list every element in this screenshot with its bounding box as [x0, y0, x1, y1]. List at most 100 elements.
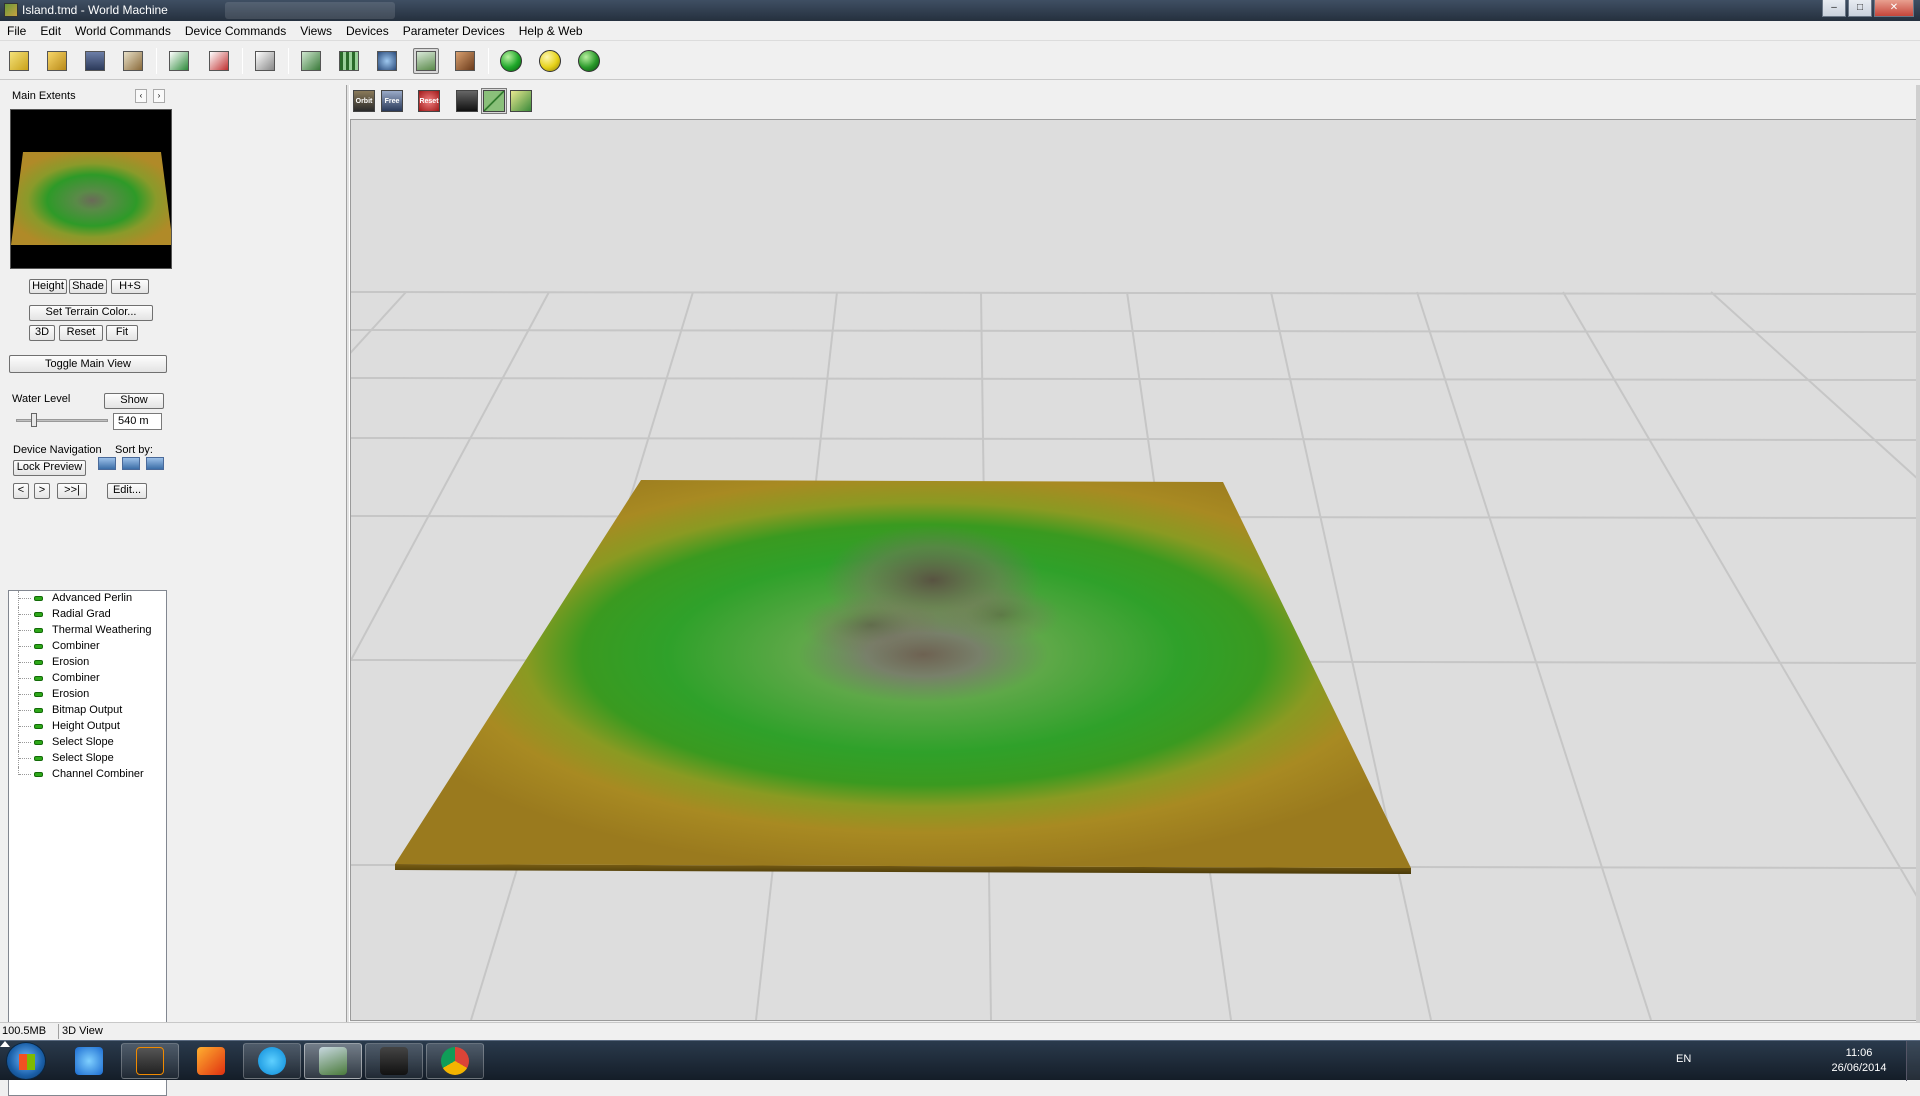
world-machine-icon[interactable] [304, 1043, 362, 1079]
camera-icon[interactable] [454, 88, 480, 114]
device-status-icon [34, 692, 43, 697]
green-globe-icon[interactable] [498, 48, 524, 74]
new-world-icon[interactable] [6, 48, 32, 74]
preview-next-button[interactable]: › [153, 89, 165, 103]
background-window-tab [225, 2, 395, 19]
world-settings-icon[interactable] [452, 48, 478, 74]
menu-device-commands[interactable]: Device Commands [178, 21, 293, 40]
preview-header: Main Extents ‹ › [7, 89, 169, 104]
save-icon[interactable] [82, 48, 108, 74]
list-item[interactable]: Channel Combiner [9, 767, 164, 783]
nav-forward-button[interactable]: > [34, 483, 50, 499]
menu-help-web[interactable]: Help & Web [512, 21, 590, 40]
stop-build-icon[interactable] [206, 48, 232, 74]
preview-title: Main Extents [12, 90, 76, 102]
device-status-icon [34, 708, 43, 713]
sketchbook-icon[interactable] [182, 1043, 240, 1079]
open-icon[interactable] [44, 48, 70, 74]
water-level-slider-thumb[interactable] [31, 413, 37, 427]
menu-edit[interactable]: Edit [33, 21, 68, 40]
toggle-main-view-button[interactable]: Toggle Main View [9, 355, 167, 373]
grid-toggle-icon[interactable] [481, 88, 507, 114]
sort-type-icon[interactable] [122, 457, 140, 470]
world-machine-app-icon [4, 3, 18, 17]
nav-last-button[interactable]: >>| [57, 483, 87, 499]
build-icon[interactable] [166, 48, 192, 74]
lock-preview-button[interactable]: Lock Preview [13, 460, 86, 476]
height-shade-view-button[interactable]: H+S [111, 279, 149, 294]
chrome-icon[interactable] [426, 1043, 484, 1079]
device-view-icon[interactable] [298, 48, 324, 74]
list-item[interactable]: Select Slope [9, 735, 164, 751]
menu-views[interactable]: Views [293, 21, 339, 40]
water-level-input[interactable]: 540 m [113, 413, 162, 430]
menu-bar: File Edit World Commands Device Commands… [0, 21, 1920, 41]
random-seed-icon[interactable] [252, 48, 278, 74]
list-item[interactable]: Combiner [9, 639, 164, 655]
title-bar: Island.tmd - World Machine – □ ✕ [0, 0, 1920, 21]
skype-icon[interactable] [243, 1043, 301, 1079]
reset-camera-icon[interactable]: Reset [416, 88, 442, 114]
preview-prev-button[interactable]: ‹ [135, 89, 147, 103]
layout-view-icon[interactable] [336, 48, 362, 74]
3d-viewport[interactable] [350, 119, 1920, 1021]
explorer-icon[interactable] [374, 48, 400, 74]
list-item[interactable]: Bitmap Output [9, 703, 164, 719]
device-status-icon [34, 772, 43, 777]
unity-icon[interactable] [365, 1043, 423, 1079]
menu-devices[interactable]: Devices [339, 21, 396, 40]
view-mode-status: 3D View [62, 1025, 103, 1037]
list-item[interactable]: Erosion [9, 655, 164, 671]
taskbar: EN 11:06 26/06/2014 [0, 1040, 1920, 1081]
list-item[interactable]: Combiner [9, 671, 164, 687]
water-level-slider[interactable] [16, 419, 108, 422]
menu-file[interactable]: File [0, 21, 33, 40]
show-desktop-button[interactable] [1906, 1041, 1920, 1081]
set-terrain-color-button[interactable]: Set Terrain Color... [29, 305, 153, 321]
memory-status: 100.5MB [2, 1025, 47, 1037]
list-item[interactable]: Select Slope [9, 751, 164, 767]
device-status-icon [34, 756, 43, 761]
terrain-3d-render [351, 120, 1919, 1020]
start-button[interactable] [6, 1042, 46, 1080]
shade-view-button[interactable]: Shade [69, 279, 107, 294]
network-globe-icon[interactable] [576, 48, 602, 74]
list-item[interactable]: Height Output [9, 719, 164, 735]
help-icon[interactable] [508, 88, 534, 114]
show-hidden-icons-icon[interactable] [0, 1041, 10, 1047]
close-button[interactable]: ✕ [1874, 0, 1914, 17]
window-title: Island.tmd - World Machine [22, 3, 168, 17]
edit-device-button[interactable]: Edit... [107, 483, 147, 499]
show-water-button[interactable]: Show [104, 393, 164, 409]
sort-list-icon[interactable] [98, 457, 116, 470]
internet-explorer-icon[interactable] [60, 1043, 118, 1079]
sublime-text-icon[interactable] [121, 1043, 179, 1079]
yellow-globe-icon[interactable] [537, 48, 563, 74]
orbit-icon[interactable]: Orbit [351, 88, 377, 114]
3d-view-icon[interactable] [413, 48, 439, 74]
list-item[interactable]: Radial Grad [9, 607, 164, 623]
free-camera-icon[interactable]: Free [379, 88, 405, 114]
windows-logo-icon [19, 1054, 35, 1070]
device-status-icon [34, 644, 43, 649]
device-status-icon [34, 660, 43, 665]
list-item[interactable]: Advanced Perlin [9, 591, 164, 607]
language-indicator[interactable]: EN [1676, 1053, 1691, 1065]
terrain-preview-thumbnail[interactable] [10, 109, 172, 269]
3d-preview-button[interactable]: 3D [29, 325, 55, 341]
save-as-icon[interactable] [120, 48, 146, 74]
minimize-button[interactable]: – [1822, 0, 1846, 17]
reset-preview-button[interactable]: Reset [59, 325, 103, 341]
sort-group-icon[interactable] [146, 457, 164, 470]
list-item[interactable]: Thermal Weathering [9, 623, 164, 639]
menu-parameter-devices[interactable]: Parameter Devices [396, 21, 512, 40]
view-toolbar: Orbit Free Reset [350, 85, 1920, 118]
maximize-button[interactable]: □ [1848, 0, 1872, 17]
nav-back-button[interactable]: < [13, 483, 29, 499]
system-clock[interactable]: 11:06 26/06/2014 [1824, 1046, 1894, 1076]
clock-date: 26/06/2014 [1831, 1062, 1887, 1074]
height-view-button[interactable]: Height [29, 279, 67, 294]
fit-preview-button[interactable]: Fit [106, 325, 138, 341]
menu-world-commands[interactable]: World Commands [68, 21, 178, 40]
list-item[interactable]: Erosion [9, 687, 164, 703]
